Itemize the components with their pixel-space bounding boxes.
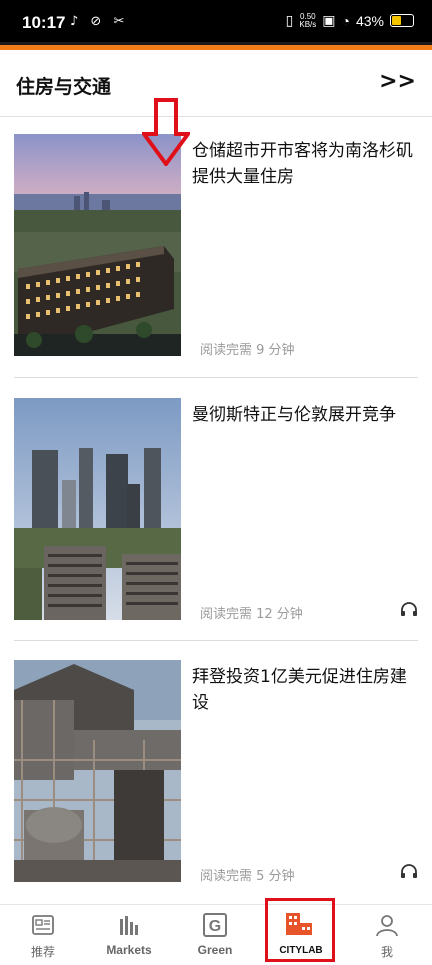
vibrate-icon: ▯ xyxy=(285,12,294,28)
battery-percent: 43% xyxy=(355,12,384,29)
article-read-time: 阅读完需 12 分钟 xyxy=(200,607,303,622)
status-right: ▯ 0.50 KB/s ▣ ◔ 43% xyxy=(286,12,414,29)
article-card[interactable]: 仓储超市开市客将为南洛杉矶提供大量住房 阅读完需 9 分钟 xyxy=(14,134,418,358)
tab-me[interactable]: 我 xyxy=(344,905,430,965)
sim-icon: ▣ xyxy=(322,12,336,28)
divider xyxy=(14,640,418,641)
headphones-icon[interactable] xyxy=(400,863,418,879)
tab-label: Markets xyxy=(106,943,152,957)
article-thumbnail[interactable] xyxy=(14,134,181,356)
citylab-highlight-annotation xyxy=(265,898,335,962)
article-read-time: 阅读完需 9 分钟 xyxy=(200,343,295,358)
network-speed: 0.50 KB/s xyxy=(299,11,317,29)
article-thumbnail[interactable] xyxy=(14,660,181,882)
tab-green[interactable]: G Green xyxy=(172,905,258,965)
article-title[interactable]: 仓储超市开市客将为南洛杉矶提供大量住房 xyxy=(192,138,416,190)
news-icon xyxy=(32,915,54,935)
headphones-icon[interactable] xyxy=(400,601,418,617)
svg-text:G: G xyxy=(209,918,221,935)
bottom-tab-bar: 推荐 Markets G Green CITYLAB 我 xyxy=(0,904,432,965)
status-bar: 10:17 ♪ ⊘ ✂ ▯ 0.50 KB/s ▣ ◔ 43% xyxy=(0,0,432,42)
profile-icon xyxy=(376,915,398,937)
article-card[interactable]: 拜登投资1亿美元促进住房建设 阅读完需 5 分钟 xyxy=(14,660,418,884)
section-header: 住房与交通 >> xyxy=(0,50,432,117)
tab-label: Green xyxy=(197,943,233,957)
more-link[interactable]: >> xyxy=(379,69,416,94)
article-read-time: 阅读完需 5 分钟 xyxy=(200,869,295,884)
article-card[interactable]: 曼彻斯特正与伦敦展开竞争 阅读完需 12 分钟 xyxy=(14,398,418,622)
status-time: 10:17 xyxy=(22,13,66,32)
tab-markets[interactable]: Markets xyxy=(86,905,172,965)
tab-recommend[interactable]: 推荐 xyxy=(0,905,86,965)
red-arrow-annotation xyxy=(142,98,190,166)
battery-icon xyxy=(390,14,414,27)
article-title[interactable]: 曼彻斯特正与伦敦展开竞争 xyxy=(192,402,416,428)
wifi-icon: ◔ xyxy=(341,12,350,29)
notification-icons: ♪ ⊘ ✂ xyxy=(70,14,129,29)
green-icon: G xyxy=(203,913,227,937)
article-title[interactable]: 拜登投资1亿美元促进住房建设 xyxy=(192,664,416,716)
tab-label: 我 xyxy=(380,945,393,959)
tab-label: 推荐 xyxy=(30,945,55,959)
divider xyxy=(14,377,418,378)
article-thumbnail[interactable] xyxy=(14,398,181,620)
section-title: 住房与交通 xyxy=(16,76,112,98)
chart-icon xyxy=(120,916,138,935)
accent-bar xyxy=(0,42,432,50)
